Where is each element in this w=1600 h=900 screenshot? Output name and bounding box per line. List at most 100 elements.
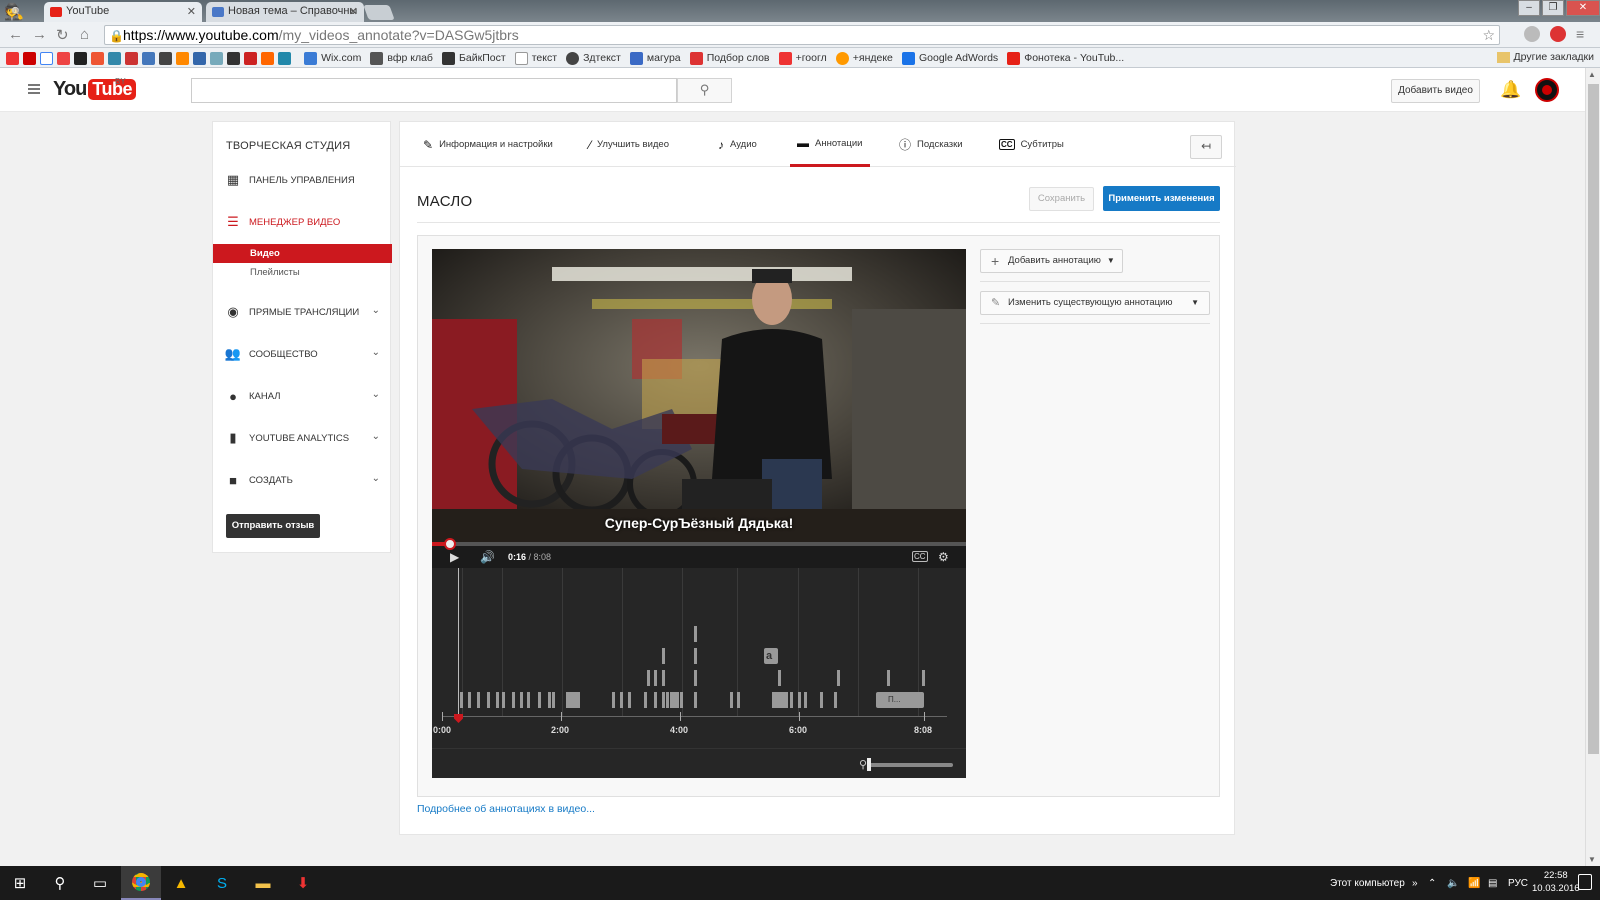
add-annotation-button[interactable]: + Добавить аннотацию ▼ xyxy=(980,249,1123,273)
bookmark-item[interactable]: вфр клаб xyxy=(370,48,433,67)
bookmark-item[interactable]: +яндеке xyxy=(835,48,893,67)
timeline-annotation[interactable] xyxy=(496,692,499,708)
timeline-annotation[interactable] xyxy=(694,648,697,664)
reload-icon[interactable]: ↻ xyxy=(56,26,69,44)
sidebar-sub-videos[interactable]: Видео xyxy=(213,244,392,263)
timeline-annotation[interactable] xyxy=(790,692,793,708)
timeline-playhead-marker[interactable] xyxy=(454,714,463,723)
youtube-logo[interactable]: You Tube BY xyxy=(53,77,136,101)
sidebar-item-live[interactable]: ◉ ПРЯМЫЕ ТРАНСЛЯЦИИ ⌄ xyxy=(213,300,392,324)
edit-annotation-dropdown[interactable]: ✎ Изменить существующую аннотацию ▼ xyxy=(980,291,1210,315)
search-icon[interactable]: ⚲ xyxy=(40,866,80,900)
timeline-annotation[interactable] xyxy=(694,626,697,642)
scroll-up-icon[interactable]: ▲ xyxy=(1588,70,1596,79)
bookmark-item[interactable]: Google AdWords xyxy=(901,48,998,67)
cc-icon[interactable]: CC xyxy=(912,551,928,562)
back-button[interactable]: ↤ xyxy=(1190,135,1222,159)
bookmark-item[interactable]: Подбор слов xyxy=(689,48,770,67)
tab-subtitles[interactable]: CC Субтитры xyxy=(999,122,1064,167)
play-icon[interactable]: ▶ xyxy=(450,550,459,564)
restore-button[interactable]: ❐ xyxy=(1542,0,1564,16)
timeline-annotation[interactable] xyxy=(487,692,490,708)
timeline-annotation[interactable] xyxy=(694,670,697,686)
timeline-annotation[interactable] xyxy=(666,692,669,708)
timeline-annotation[interactable] xyxy=(694,692,697,708)
timeline-annotation[interactable] xyxy=(798,692,801,708)
timeline-annotation[interactable] xyxy=(620,692,623,708)
timeline-annotation[interactable] xyxy=(680,692,683,708)
upload-button[interactable]: Добавить видео xyxy=(1391,79,1480,103)
file-explorer-icon[interactable]: ▬ xyxy=(243,866,283,900)
notifications-bell-icon[interactable]: 🔔 xyxy=(1500,80,1521,100)
scroll-down-icon[interactable]: ▼ xyxy=(1588,855,1596,864)
guide-menu-icon[interactable] xyxy=(28,84,40,94)
timeline-annotation[interactable] xyxy=(820,692,823,708)
tray-computer-label[interactable]: Этот компьютер xyxy=(1330,866,1405,900)
system-clock[interactable]: 22:58 10.03.2016 xyxy=(1532,869,1580,895)
task-view-icon[interactable]: ▭ xyxy=(80,866,120,900)
sidebar-item-analytics[interactable]: ▮ YOUTUBE ANALYTICS ⌄ xyxy=(213,426,392,450)
timeline-annotation[interactable] xyxy=(774,692,788,708)
timeline-annotation[interactable] xyxy=(520,692,523,708)
forward-icon[interactable]: → xyxy=(32,26,47,43)
bookmark-star-icon[interactable]: ☆ xyxy=(1482,26,1495,44)
notification-center-icon[interactable] xyxy=(1578,874,1592,890)
aimp-taskbar-icon[interactable]: ▲ xyxy=(161,866,201,900)
download-manager-icon[interactable]: ⬇ xyxy=(283,866,323,900)
sidebar-item-channel[interactable]: ● КАНАЛ ⌄ xyxy=(213,384,392,408)
timeline-annotation[interactable] xyxy=(654,692,657,708)
learn-more-link[interactable]: Подробнее об аннотациях в видео... xyxy=(417,803,595,815)
close-window-button[interactable]: ✕ xyxy=(1566,0,1600,16)
search-button[interactable]: ⚲ xyxy=(677,78,732,103)
timeline-annotation[interactable] xyxy=(552,692,555,708)
bookmark-item[interactable]: +гоогл xyxy=(778,48,827,67)
address-bar[interactable]: 🔒 https://www.youtube.com/my_videos_anno… xyxy=(104,25,1500,45)
volume-icon[interactable]: 🔊 xyxy=(480,550,495,564)
timeline-annotation[interactable] xyxy=(662,670,665,686)
menu-icon[interactable]: ≡ xyxy=(1576,26,1584,42)
minimize-button[interactable]: – xyxy=(1518,0,1540,16)
bookmark-item[interactable]: Здтекст xyxy=(566,48,621,67)
bookmark-item[interactable]: Wix.com xyxy=(304,48,361,67)
zoom-slider-handle[interactable] xyxy=(867,758,871,771)
timeline-annotation[interactable] xyxy=(566,692,578,708)
timeline-annotation[interactable] xyxy=(548,692,551,708)
back-icon[interactable]: ← xyxy=(8,26,23,43)
tab-cards[interactable]: ⓘ Подсказки xyxy=(899,122,963,167)
timeline-annotation[interactable] xyxy=(730,692,733,708)
sidebar-item-dashboard[interactable]: ▦ ПАНЕЛЬ УПРАВЛЕНИЯ xyxy=(213,168,392,192)
timeline-annotation[interactable] xyxy=(628,692,631,708)
extension-opera-icon[interactable] xyxy=(1550,26,1566,42)
gear-icon[interactable]: ⚙ xyxy=(938,550,949,564)
progress-bar[interactable] xyxy=(432,538,966,550)
home-icon[interactable]: ⌂ xyxy=(80,26,89,43)
apply-changes-button[interactable]: Применить изменения xyxy=(1103,186,1220,211)
close-tab-icon[interactable]: ✕ xyxy=(349,5,358,18)
bookmark-item[interactable]: магура xyxy=(629,48,681,67)
tab-audio[interactable]: ♪ Аудио xyxy=(718,122,757,167)
chrome-taskbar-icon[interactable] xyxy=(121,866,161,900)
video-player[interactable]: Супер-СурЪёзный Дядька! xyxy=(432,249,966,542)
zoom-slider-track[interactable] xyxy=(869,763,953,767)
timeline-annotation[interactable] xyxy=(538,692,541,708)
windows-start-icon[interactable]: ⊞ xyxy=(0,866,40,900)
message-tray-icon[interactable]: ▤ xyxy=(1488,866,1497,900)
close-tab-icon[interactable]: ✕ xyxy=(187,5,196,18)
timeline-annotation[interactable] xyxy=(676,692,679,708)
sidebar-item-community[interactable]: 👥 СООБЩЕСТВО ⌄ xyxy=(213,342,392,366)
timeline-annotation-letter[interactable]: a xyxy=(764,648,778,664)
tab-annotations[interactable]: ▬ Аннотации xyxy=(790,122,870,167)
timeline-annotation[interactable] xyxy=(460,692,463,708)
skype-taskbar-icon[interactable]: S xyxy=(202,866,242,900)
tray-arrow-icon[interactable]: ⌃ xyxy=(1428,866,1436,900)
bookmark-item[interactable]: БайкПост xyxy=(442,48,506,67)
timeline-annotation[interactable] xyxy=(647,670,650,686)
timeline-annotation[interactable] xyxy=(468,692,471,708)
save-button[interactable]: Сохранить xyxy=(1029,187,1094,211)
language-indicator[interactable]: РУС xyxy=(1508,866,1528,900)
sidebar-sub-playlists[interactable]: Плейлисты xyxy=(213,263,392,282)
timeline-annotation-box[interactable]: П... xyxy=(876,692,924,708)
network-tray-icon[interactable]: 📶 xyxy=(1468,866,1480,900)
timeline-annotation[interactable] xyxy=(834,692,837,708)
timeline-annotation[interactable] xyxy=(737,692,740,708)
